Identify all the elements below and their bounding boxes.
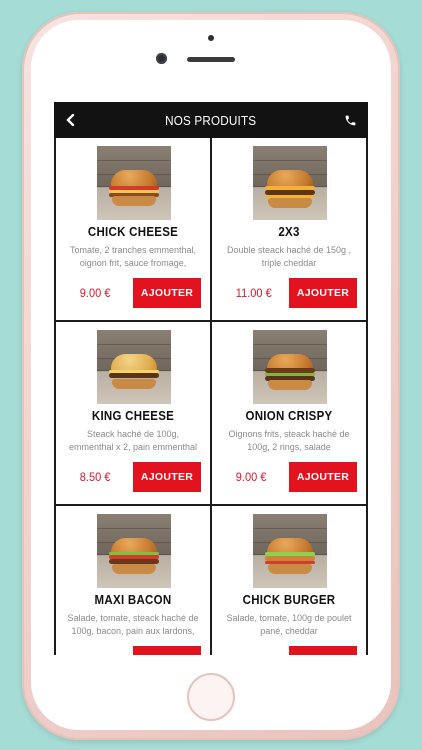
product-price: 8.50 €: [79, 470, 111, 484]
add-to-cart-button[interactable]: AJOUTER: [289, 278, 357, 308]
front-camera: [156, 53, 167, 64]
product-price: 11.00 €: [235, 286, 272, 300]
burger-image: [97, 514, 171, 588]
add-to-cart-button[interactable]: AJOUTER: [133, 462, 201, 492]
product-name: 2X3: [278, 225, 300, 239]
product-name: CHICK CHEESE: [87, 225, 179, 239]
add-to-cart-button[interactable]: [133, 646, 201, 655]
product-card[interactable]: CHICK CHEESE Tomate, 2 tranches emmentha…: [56, 138, 210, 320]
burger-image: [253, 330, 327, 404]
product-price: 9.00 €: [235, 470, 267, 484]
product-price: 9.00 €: [79, 286, 111, 300]
chevron-left-icon[interactable]: [64, 113, 78, 127]
product-description: Tomate, 2 tranches emmenthal, oignon fri…: [69, 245, 197, 268]
product-name: ONION CRISPY: [245, 409, 333, 423]
product-card[interactable]: MAXI BACON Salade, tomate, steack haché …: [56, 506, 210, 655]
product-description: Oignons frits, steack haché de 100g, 2 r…: [228, 429, 350, 452]
product-card[interactable]: ONION CRISPY Oignons frits, steack haché…: [212, 322, 366, 504]
home-button[interactable]: [187, 673, 235, 721]
product-grid: CHICK CHEESE Tomate, 2 tranches emmentha…: [54, 138, 368, 655]
product-description: Salade, tomate, 100g de poulet pané, che…: [226, 613, 352, 636]
product-description: Salade, tomate, steack haché de 100g, ba…: [67, 613, 199, 636]
add-to-cart-button[interactable]: AJOUTER: [289, 462, 357, 492]
burger-image: [253, 514, 327, 588]
proximity-sensor: [208, 35, 214, 41]
add-to-cart-button[interactable]: [289, 646, 357, 655]
product-description: Steack haché de 100g, emmenthal x 2, pai…: [68, 429, 198, 452]
phone-icon[interactable]: [344, 113, 358, 127]
product-description: Double steack haché de 150g , triple che…: [226, 245, 352, 268]
navbar: NOS PRODUITS: [54, 102, 368, 138]
page-title: NOS PRODUITS: [165, 112, 257, 128]
product-name: MAXI BACON: [94, 593, 172, 607]
product-card[interactable]: KING CHEESE Steack haché de 100g, emment…: [56, 322, 210, 504]
product-card[interactable]: 2X3 Double steack haché de 150g , triple…: [212, 138, 366, 320]
add-to-cart-button[interactable]: AJOUTER: [133, 278, 201, 308]
app-screen: NOS PRODUITS CHICK CHEESE Tomate, 2 tran…: [54, 102, 368, 655]
product-name: CHICK BURGER: [242, 593, 336, 607]
burger-image: [97, 146, 171, 220]
burger-image: [97, 330, 171, 404]
earpiece-speaker: [187, 57, 235, 62]
burger-image: [253, 146, 327, 220]
product-card[interactable]: CHICK BURGER Salade, tomate, 100g de pou…: [212, 506, 366, 655]
product-name: KING CHEESE: [91, 409, 175, 423]
